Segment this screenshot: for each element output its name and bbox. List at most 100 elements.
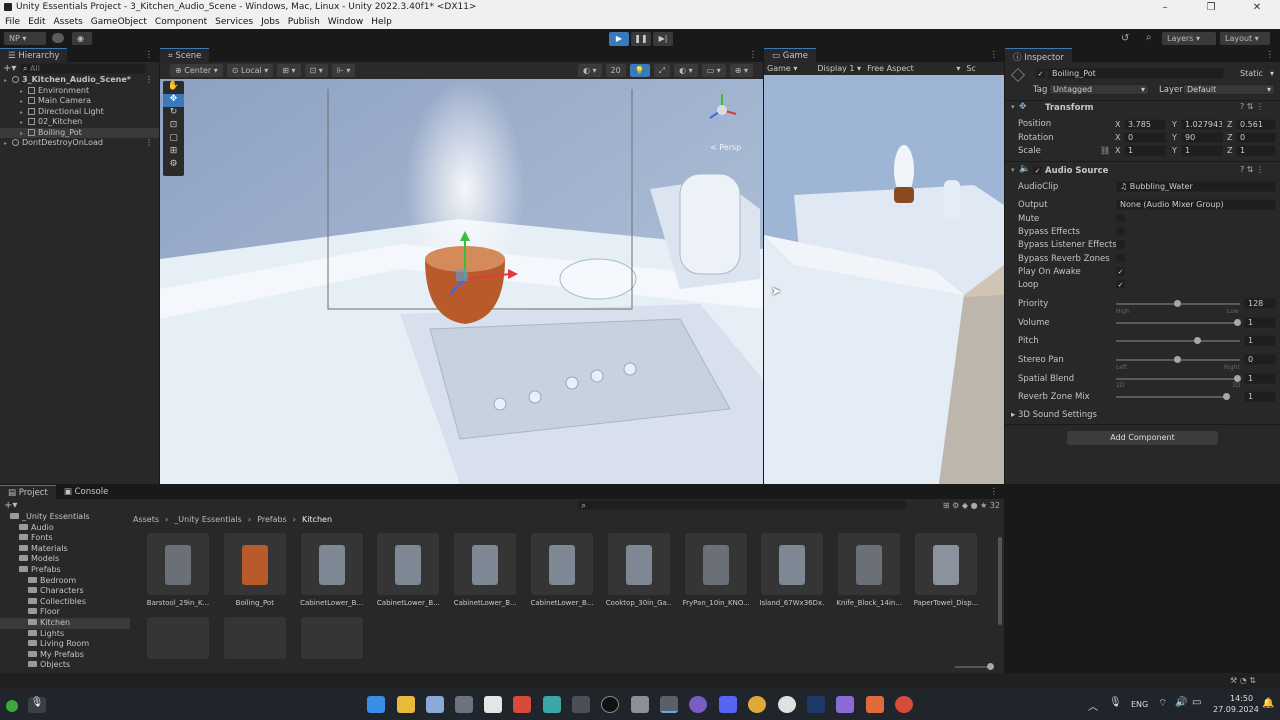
tab-hierarchy[interactable]: ☰ Hierarchy [0, 48, 68, 62]
folder-item[interactable]: Characters [0, 586, 130, 597]
scale-slider-label[interactable]: Sc [966, 64, 975, 73]
chrome-icon[interactable] [748, 696, 766, 713]
layers-dropdown[interactable]: Layers ▾ [1162, 32, 1216, 45]
asset-item[interactable]: PaperTowel_Disp... [913, 533, 979, 607]
folder-item[interactable]: Audio [0, 523, 130, 534]
pitch-knob[interactable] [1194, 337, 1201, 344]
audio-foldout-arrow[interactable]: ▾ [1011, 166, 1015, 174]
folder-item[interactable]: Fonts [0, 533, 130, 544]
clock-date[interactable]: 27.09.2024 [1213, 705, 1259, 714]
game-viewport[interactable] [764, 75, 1004, 484]
menu-assets[interactable]: Assets [54, 17, 83, 27]
tab-inspector[interactable]: ⓘ Inspector [1005, 48, 1072, 63]
discord-icon[interactable] [719, 696, 737, 713]
wifi-icon[interactable]: ⌔ [1158, 697, 1167, 710]
custom-tool-icon[interactable]: ⚙ [163, 159, 184, 172]
photoshop-icon[interactable] [807, 696, 825, 713]
expand-arrow-icon[interactable]: ▸ [20, 97, 28, 108]
notepad-icon[interactable] [484, 696, 502, 713]
pivot-dropdown[interactable]: ⊕ Center ▾ [170, 64, 223, 77]
game-mode-dropdown[interactable]: Game ▾ [767, 64, 797, 73]
asset-item[interactable]: Knife_Block_14in... [836, 533, 902, 607]
create-asset-button[interactable]: +▾ [4, 500, 17, 511]
hierarchy-search-input[interactable]: ⌕ All [19, 62, 147, 74]
scene-viewport[interactable] [160, 79, 763, 484]
loop-checkbox[interactable]: ✓ [1116, 280, 1125, 289]
audio-enabled-checkbox[interactable]: ✓ [1033, 166, 1042, 175]
app-red-icon[interactable] [513, 696, 531, 713]
tray-up-icon[interactable]: ︿ [1088, 698, 1098, 713]
priority-field[interactable]: 128 [1244, 298, 1276, 309]
static-dropdown-icon[interactable]: ▾ [1270, 69, 1274, 78]
cloud-icon[interactable] [52, 33, 64, 43]
scale-y-field[interactable]: 1 [1181, 145, 1223, 156]
folder-item[interactable]: Objects [0, 660, 130, 671]
menu-component[interactable]: Component [155, 17, 207, 27]
maximize-button[interactable]: ❐ [1188, 0, 1234, 15]
grid-toggle[interactable]: ⊞ ▾ [277, 64, 301, 77]
app-orange-icon[interactable] [866, 696, 884, 713]
settings-app-icon[interactable] [455, 696, 473, 713]
hand-tool-icon[interactable]: ✋ [163, 81, 184, 94]
chrome-alt-icon[interactable] [895, 696, 913, 713]
asset-item[interactable]: Barstool_29in_K... [145, 533, 211, 607]
hierarchy-item[interactable]: ▸ Main Camera [0, 96, 159, 107]
expand-arrow-icon[interactable]: ▸ [4, 76, 12, 87]
audioclip-field[interactable]: ♫ Bubbling_Water [1116, 181, 1276, 192]
unreal-icon[interactable] [601, 696, 619, 713]
tab-console[interactable]: ▣ Console [55, 485, 117, 499]
aspect-dropdown[interactable]: Free Aspect ▾ [867, 64, 960, 73]
asset-scrollbar[interactable] [998, 537, 1002, 625]
reverb-knob[interactable] [1223, 393, 1230, 400]
folder-item[interactable]: _Unity Essentials [0, 512, 130, 523]
2d-toggle[interactable]: ⤢ [653, 64, 671, 77]
spatial-blend-knob[interactable] [1234, 375, 1241, 382]
priority-knob[interactable] [1174, 300, 1181, 307]
volume-slider[interactable] [1116, 319, 1241, 326]
breadcrumb-prefabs[interactable]: Prefabs [257, 515, 287, 524]
volume-knob[interactable] [1234, 319, 1241, 326]
breadcrumb-unity-essentials[interactable]: _Unity Essentials [174, 515, 242, 524]
increment-snap[interactable]: ⊩ ▾ [331, 64, 356, 77]
folder-item[interactable]: Collectibles [0, 597, 130, 608]
persp-label[interactable]: < Persp [710, 143, 741, 152]
display-dropdown[interactable]: Display 1 ▾ [817, 64, 861, 73]
volume-icon[interactable]: 🔊 [1175, 697, 1187, 708]
active-checkbox[interactable]: ✓ [1036, 69, 1045, 78]
add-component-button[interactable]: Add Component [1067, 431, 1218, 445]
stereo-pan-slider[interactable] [1116, 356, 1240, 363]
tab-scene[interactable]: ⌗ Scene [160, 48, 210, 62]
account-dropdown[interactable]: NP ▾ [4, 32, 46, 45]
menu-window[interactable]: Window [328, 17, 364, 27]
save-icon[interactable] [426, 696, 444, 713]
hierarchy-item[interactable]: ▸ Boiling_Pot [0, 127, 159, 138]
battery-icon[interactable]: ▭ [1192, 697, 1201, 708]
spatial-blend-slider[interactable] [1116, 375, 1241, 382]
menu-publish[interactable]: Publish [288, 17, 320, 27]
pause-button[interactable]: ❚❚ [631, 32, 651, 46]
constrain-proportions-icon[interactable]: ⛓ [1100, 146, 1110, 155]
pitch-field[interactable]: 1 [1244, 335, 1276, 346]
scene-menu-icon[interactable]: ⋮ [145, 138, 153, 149]
folder-item[interactable]: Materials [0, 544, 130, 555]
history-icon[interactable]: ↺ [1121, 33, 1129, 44]
orientation-gizmo[interactable] [700, 88, 745, 133]
asset-item[interactable]: Boiling_Pot [222, 533, 288, 607]
view-options-button[interactable]: ◐ ▾ [577, 64, 602, 77]
effects-toggle[interactable]: ▭ ▾ [701, 64, 726, 77]
search-icon[interactable]: ⌕ [1146, 32, 1152, 43]
folder-item[interactable]: Floor [0, 607, 130, 618]
thumbnail-size-knob[interactable] [987, 663, 994, 670]
yandex-icon[interactable] [778, 696, 796, 713]
output-field[interactable]: None (Audio Mixer Group) [1116, 199, 1276, 210]
folder-item[interactable]: Lights [0, 629, 130, 640]
transform-foldout-arrow[interactable]: ▾ [1011, 103, 1015, 111]
object-name-field[interactable]: Boiling_Pot [1048, 68, 1224, 79]
asset-item[interactable]: CabinetLower_B... [452, 533, 518, 607]
expand-arrow-icon[interactable]: ▸ [4, 139, 12, 150]
inspector-menu-icon[interactable]: ⋮ [1266, 50, 1275, 60]
bypass-reverb-checkbox[interactable] [1116, 254, 1125, 263]
gamepad-icon[interactable] [836, 696, 854, 713]
breadcrumb-assets[interactable]: Assets [133, 515, 159, 524]
scale-x-field[interactable]: 1 [1124, 145, 1166, 156]
